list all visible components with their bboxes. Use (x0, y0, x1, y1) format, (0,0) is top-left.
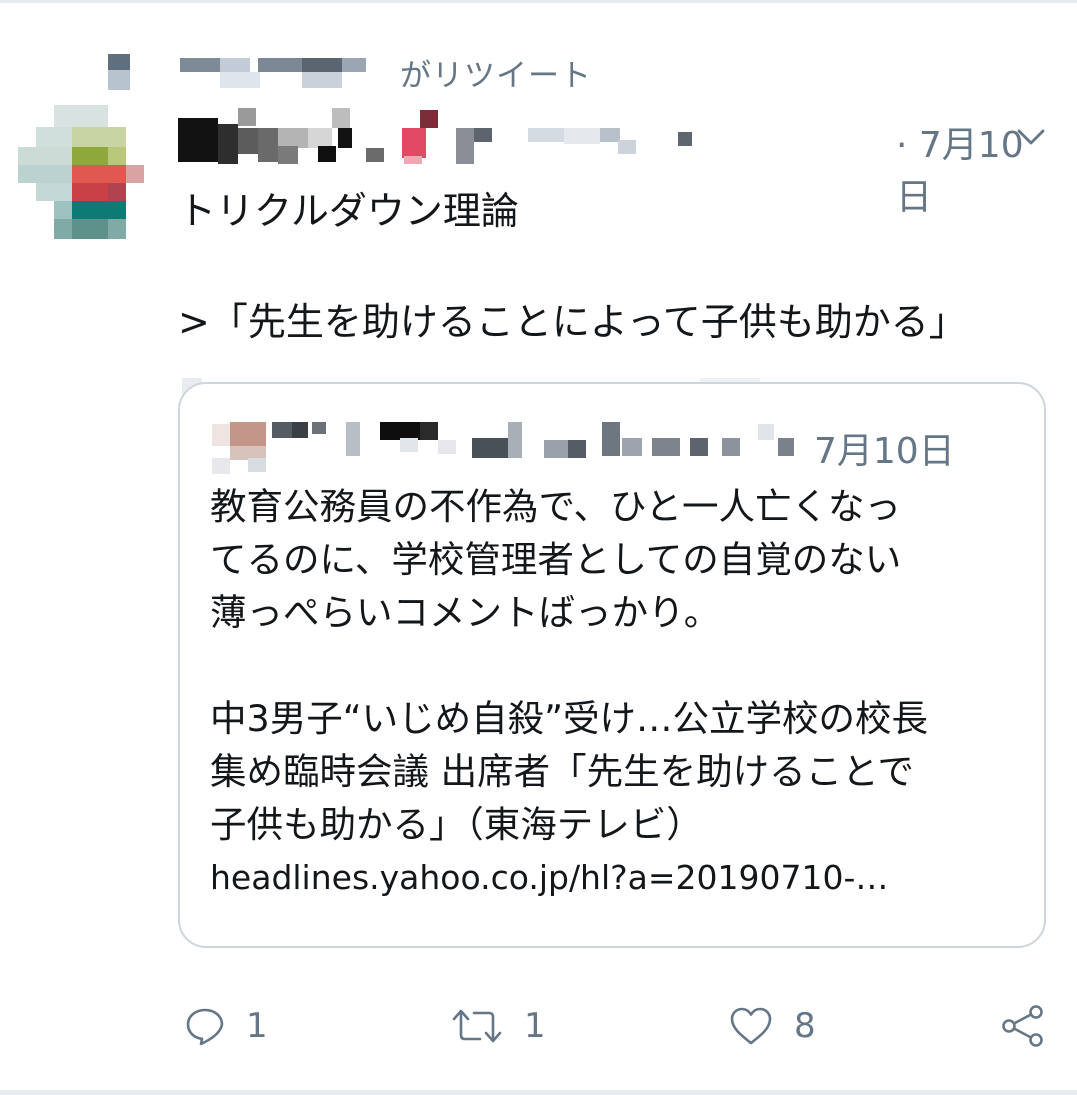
action-bar: 1 1 8 (178, 998, 1058, 1054)
like-count: 8 (794, 1006, 816, 1046)
reply-icon (184, 1005, 226, 1047)
quoted-text-line: てるのに、学校管理者としての自覚のない (210, 538, 902, 581)
quoted-text-line: 薄っぺらいコメントばっかり。 (210, 591, 721, 634)
quoted-text-line: 教育公務員の不作為で、ひと一人亡くなっ (210, 485, 901, 528)
tweet-header: · 7月10日 (178, 108, 1058, 218)
user-name-pixelated[interactable] (178, 108, 698, 164)
heart-icon (728, 1005, 774, 1047)
tweet-text-line: >「先生を助けることによって子供も助かる」 (178, 300, 967, 344)
quoted-tweet-header: 7月10日 (212, 414, 1012, 474)
reply-count: 1 (246, 1006, 268, 1046)
retweet-label: がリツイート (400, 58, 592, 94)
quoted-tweet-date[interactable]: 7月10日 (814, 422, 955, 474)
retweet-button[interactable]: 1 (450, 998, 546, 1054)
quoted-tweet-card[interactable]: 7月10日 教育公務員の不作為で、ひと一人亡くなっ てるのに、学校管理者としての… (178, 382, 1046, 948)
quoted-user-name-pixelated[interactable] (272, 422, 812, 466)
retweeter-name-pixelated[interactable] (108, 54, 378, 92)
avatar[interactable] (18, 105, 144, 243)
quoted-text-line: 集め臨時会議 出席者「先生を助けることで (210, 750, 915, 793)
like-button[interactable]: 8 (728, 998, 816, 1054)
tweet-text-line: トリクルダウン理論 (178, 189, 519, 233)
share-button[interactable] (1000, 998, 1046, 1054)
quoted-text-line: 子供も助かる」（東海テレビ） (210, 803, 703, 846)
retweet-count: 1 (524, 1006, 546, 1046)
quoted-text-line: 中3男子“いじめ自殺”受け…公立学校の校長 (210, 697, 929, 740)
bottom-divider (0, 1090, 1077, 1095)
retweet-context: がリツイート (108, 50, 628, 94)
quoted-text-line (210, 639, 928, 692)
share-icon (1000, 1003, 1046, 1049)
quoted-link[interactable]: headlines.yahoo.co.jp/hl?a=20190710-… (210, 851, 928, 904)
reply-button[interactable]: 1 (184, 998, 268, 1054)
quoted-tweet-body: 教育公務員の不作為で、ひと一人亡くなっ てるのに、学校管理者としての自覚のない … (210, 480, 928, 904)
top-divider (0, 0, 1077, 3)
retweet-icon (450, 1005, 504, 1047)
chevron-down-icon[interactable] (1014, 120, 1048, 154)
